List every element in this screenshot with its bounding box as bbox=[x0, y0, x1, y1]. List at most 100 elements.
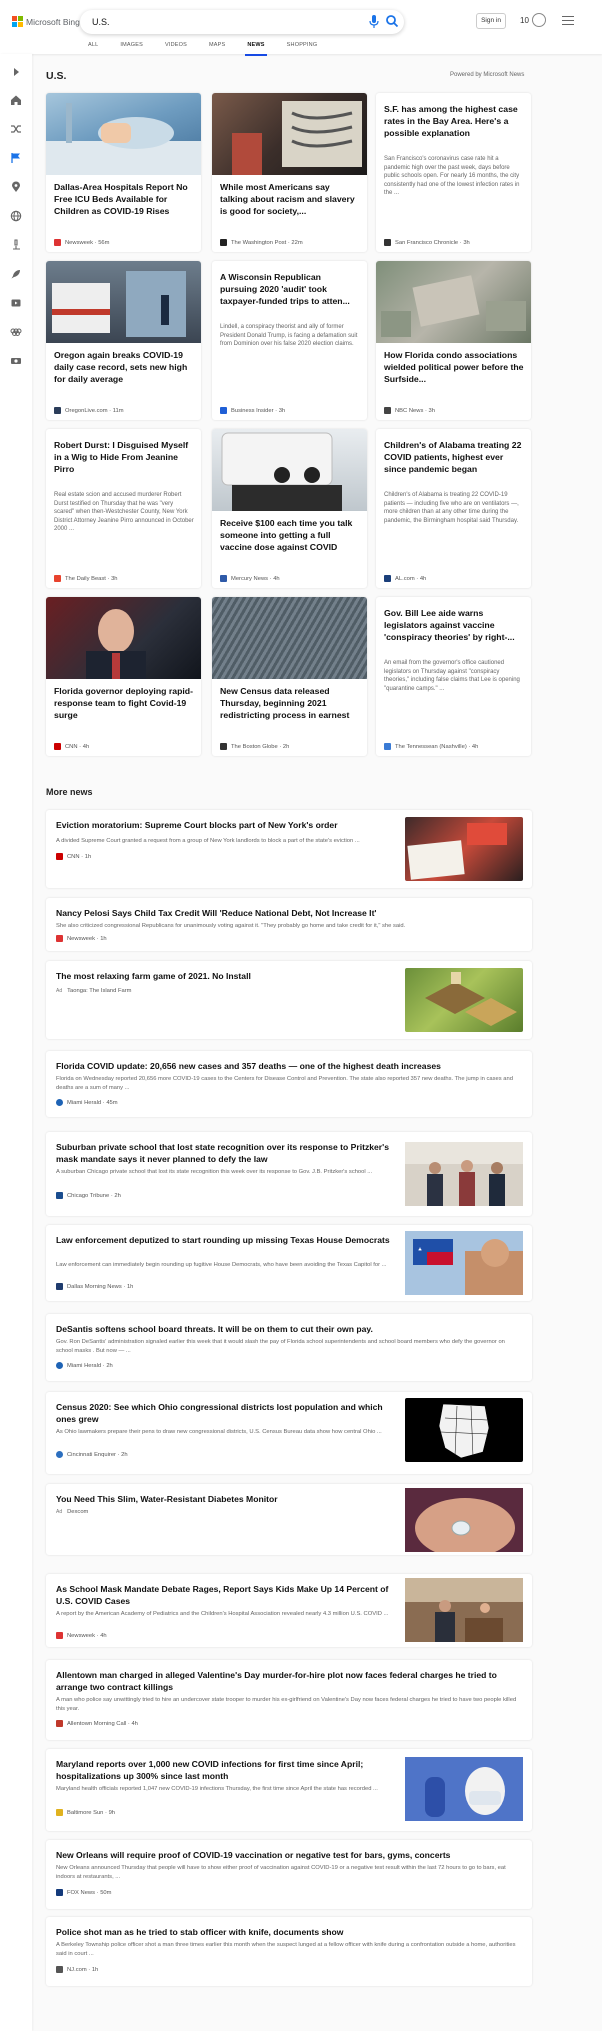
source-name: NBC News bbox=[395, 407, 424, 414]
rocket-icon[interactable] bbox=[10, 268, 22, 280]
news-list-item[interactable]: Census 2020: See which Ohio congressiona… bbox=[46, 1392, 532, 1474]
card-snippet: Lindell, a conspiracy theorist and ally … bbox=[220, 324, 358, 347]
rewards-medal-icon[interactable] bbox=[532, 13, 546, 27]
news-list-item[interactable]: As School Mask Mandate Debate Rages, Rep… bbox=[46, 1574, 532, 1647]
flag-icon[interactable] bbox=[10, 152, 22, 164]
search-icon[interactable] bbox=[385, 14, 399, 28]
brand-name: Microsoft Bing bbox=[26, 16, 80, 27]
source-name: Newsweek bbox=[65, 239, 94, 246]
source-name: The Washington Post bbox=[231, 239, 287, 246]
sponsored-list-item[interactable]: You Need This Slim, Water-Resistant Diab… bbox=[46, 1484, 532, 1555]
news-card[interactable]: Dallas-Area Hospitals Report No Free ICU… bbox=[46, 93, 201, 252]
rings-icon[interactable] bbox=[10, 326, 22, 338]
news-card[interactable]: Florida governor deploying rapid-respons… bbox=[46, 597, 201, 756]
money-icon[interactable] bbox=[10, 355, 22, 367]
governor-portrait-illustration bbox=[86, 609, 146, 679]
source-name: NJ.com bbox=[67, 1966, 87, 1973]
news-card[interactable]: How Florida condo associations wielded p… bbox=[376, 261, 531, 420]
source-name: FOX News bbox=[67, 1889, 96, 1896]
museum-exhibit-illustration bbox=[232, 101, 362, 175]
card-image bbox=[376, 261, 531, 343]
news-source: Dallas Morning News · 1h bbox=[56, 1283, 133, 1290]
microscope-icon[interactable] bbox=[10, 239, 22, 251]
source-name: Baltimore Sun bbox=[67, 1809, 104, 1816]
tab-shopping[interactable]: SHOPPING bbox=[287, 42, 318, 54]
card-source: The Boston Globe · 2h bbox=[220, 743, 289, 750]
tab-maps[interactable]: MAPS bbox=[209, 42, 225, 54]
news-thumbnail bbox=[405, 1578, 523, 1642]
sign-in-button[interactable]: Sign in bbox=[476, 13, 506, 29]
tab-news[interactable]: NEWS bbox=[245, 42, 268, 56]
news-list-item[interactable]: Law enforcement deputized to start round… bbox=[46, 1225, 532, 1301]
card-source: OregonLive.com · 11m bbox=[54, 407, 124, 414]
news-list-item[interactable]: Suburban private school that lost state … bbox=[46, 1132, 532, 1216]
news-list-item[interactable]: Maryland reports over 1,000 new COVID in… bbox=[46, 1749, 532, 1831]
source-logo-icon bbox=[384, 743, 391, 750]
news-list-item[interactable]: New Orleans will require proof of COVID-… bbox=[46, 1840, 532, 1909]
news-list-item[interactable]: Nancy Pelosi Says Child Tax Credit Will … bbox=[46, 898, 532, 951]
news-card[interactable]: Receive $100 each time you talk someone … bbox=[212, 429, 367, 588]
news-card[interactable]: Children's of Alabama treating 22 COVID … bbox=[376, 429, 531, 588]
ad-badge: Ad bbox=[56, 1509, 63, 1515]
source-name: Mercury News bbox=[231, 575, 269, 582]
rewards-count[interactable]: 10 bbox=[520, 16, 529, 25]
source-name: Chicago Tribune bbox=[67, 1192, 110, 1199]
globe-icon[interactable] bbox=[10, 210, 22, 222]
source-logo-icon bbox=[56, 853, 63, 860]
news-snippet: As Ohio lawmakers prepare their pens to … bbox=[56, 1429, 382, 1435]
news-card[interactable]: While most Americans say talking about r… bbox=[212, 93, 367, 252]
card-source: The Washington Post · 22m bbox=[220, 239, 303, 246]
source-time: 2h bbox=[121, 1451, 128, 1458]
source-time: 4h bbox=[82, 743, 90, 750]
tab-images[interactable]: IMAGES bbox=[120, 42, 143, 54]
expand-icon[interactable] bbox=[10, 66, 22, 78]
sponsored-list-item[interactable]: The most relaxing farm game of 2021. No … bbox=[46, 961, 532, 1039]
news-snippet: Maryland health officials reported 1,047… bbox=[56, 1786, 378, 1792]
card-source: CNN · 4h bbox=[54, 743, 89, 750]
news-list-item[interactable]: Eviction moratorium: Supreme Court block… bbox=[46, 810, 532, 888]
source-logo-icon bbox=[220, 239, 227, 246]
location-icon[interactable] bbox=[10, 181, 22, 193]
news-card[interactable]: A Wisconsin Republican pursuing 2020 'au… bbox=[212, 261, 367, 420]
tab-videos[interactable]: VIDEOS bbox=[165, 42, 187, 54]
news-list-item[interactable]: DeSantis softens school board threats. I… bbox=[46, 1314, 532, 1381]
news-card[interactable]: Oregon again breaks COVID-19 daily case … bbox=[46, 261, 201, 420]
source-time: 1h bbox=[91, 1966, 99, 1973]
microphone-icon[interactable] bbox=[368, 14, 380, 30]
news-thumbnail bbox=[405, 1757, 523, 1821]
source-logo-icon bbox=[56, 1966, 63, 1973]
news-card[interactable]: S.F. has among the highest case rates in… bbox=[376, 93, 531, 252]
ohio-district-map-illustration bbox=[438, 1403, 490, 1459]
meeting-illustration bbox=[405, 1142, 523, 1206]
microsoft-logo-icon bbox=[12, 16, 23, 27]
source-time: 1h bbox=[126, 1283, 134, 1290]
news-source: Cincinnati Enquirer · 2h bbox=[56, 1451, 128, 1458]
search-input[interactable] bbox=[92, 15, 342, 29]
video-icon[interactable] bbox=[10, 297, 22, 309]
card-image bbox=[46, 93, 201, 175]
news-source: Ad Dexcom bbox=[56, 1509, 88, 1515]
card-source: NBC News · 3h bbox=[384, 407, 435, 414]
news-card[interactable]: New Census data released Thursday, begin… bbox=[212, 597, 367, 756]
tab-all[interactable]: ALL bbox=[88, 42, 98, 54]
source-time: 2h bbox=[106, 1362, 113, 1369]
news-list-item[interactable]: Florida COVID update: 20,656 new cases a… bbox=[46, 1051, 532, 1117]
shuffle-icon[interactable] bbox=[10, 123, 22, 135]
news-snippet: Florida on Wednesday reported 20,656 mor… bbox=[56, 1076, 513, 1091]
bing-logo[interactable]: Microsoft Bing bbox=[12, 16, 80, 27]
news-snippet: Law enforcement can immediately begin ro… bbox=[56, 1262, 387, 1268]
news-headline: Suburban private school that lost state … bbox=[56, 1142, 389, 1164]
news-card[interactable]: Robert Durst: I Disguised Myself in a Wi… bbox=[46, 429, 201, 588]
card-title: Children's of Alabama treating 22 COVID … bbox=[384, 440, 522, 474]
news-card[interactable]: Gov. Bill Lee aide warns legislators aga… bbox=[376, 597, 531, 756]
card-source: The Daily Beast · 3h bbox=[54, 575, 118, 582]
news-list-item[interactable]: Allentown man charged in alleged Valenti… bbox=[46, 1660, 532, 1740]
news-list-item[interactable]: Police shot man as he tried to stab offi… bbox=[46, 1917, 532, 1986]
news-snippet: A divided Supreme Court granted a reques… bbox=[56, 838, 360, 844]
source-name: Allentown Morning Call bbox=[67, 1720, 127, 1727]
source-time: 1h bbox=[84, 853, 92, 860]
home-icon[interactable] bbox=[10, 94, 22, 106]
card-source: Newsweek · 56m bbox=[54, 239, 109, 246]
menu-icon[interactable] bbox=[562, 16, 574, 26]
news-snippet: New Orleans announced Thursday that peop… bbox=[56, 1865, 506, 1880]
